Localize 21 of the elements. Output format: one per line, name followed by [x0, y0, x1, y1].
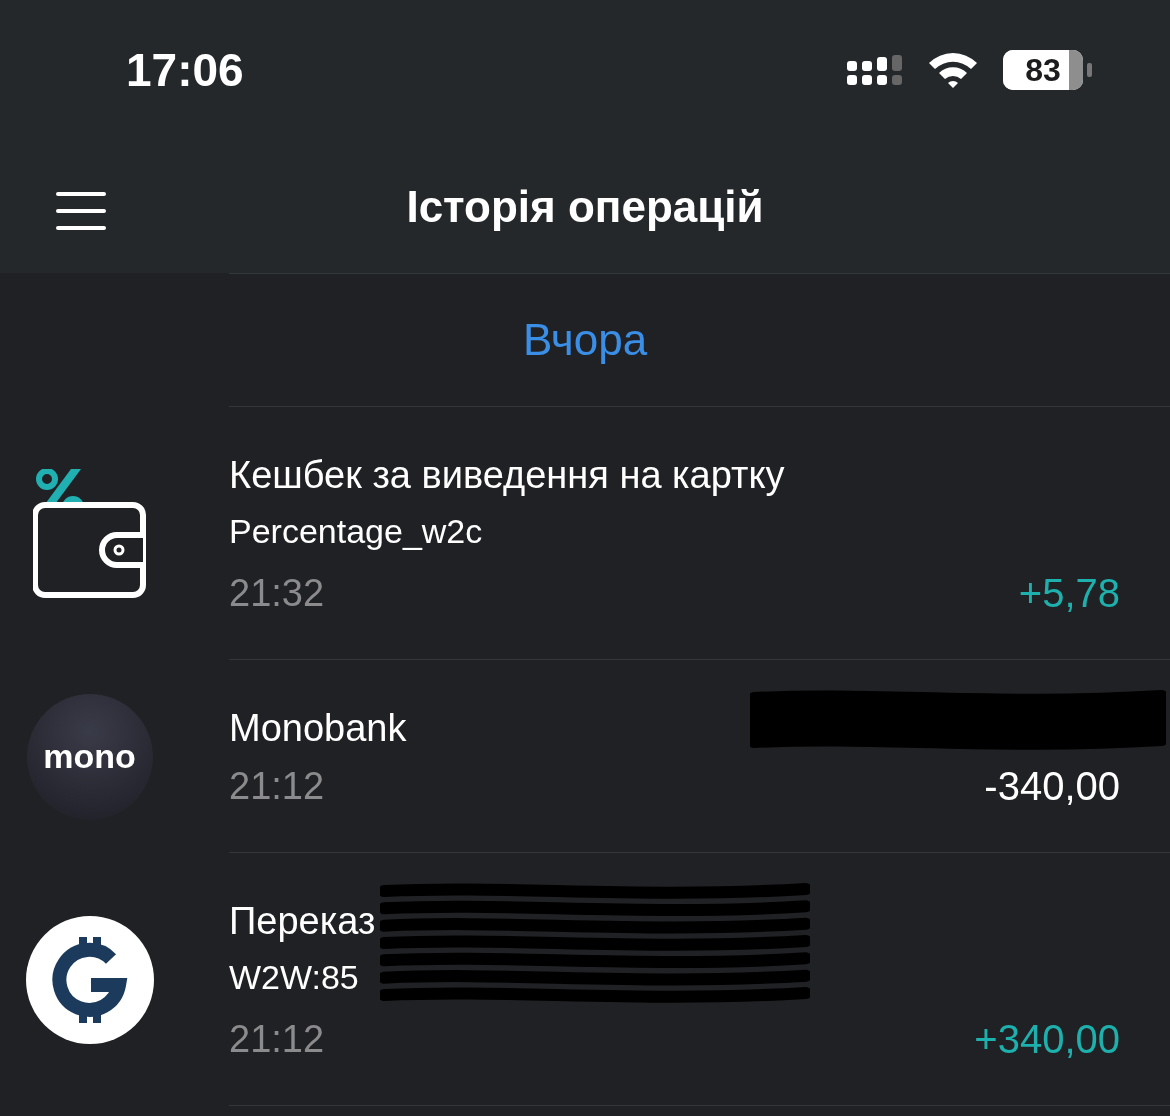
operation-title: Переказ: [229, 899, 376, 944]
date-heading: Вчора: [522, 314, 648, 366]
signal-icon: [847, 55, 903, 85]
battery-tip-icon: [1087, 63, 1092, 77]
status-time: 17:06: [126, 42, 244, 98]
battery-icon: 83: [1003, 50, 1083, 90]
operation-amount: -340,00: [984, 763, 1120, 810]
operation-subtitle: Percentage_w2c: [229, 511, 483, 552]
wallet-icon: [32, 468, 147, 599]
wifi-icon: [927, 51, 979, 89]
operation-time: 21:12: [229, 1017, 325, 1062]
menu-icon[interactable]: [56, 192, 106, 230]
operation-amount: +5,78: [1018, 570, 1120, 617]
operation-title: Кешбек за виведення на картку: [229, 453, 785, 498]
operation-subtitle: W2W:85: [229, 957, 359, 998]
screen-title: Історія операцій: [406, 180, 764, 233]
bank-logo: mono: [26, 693, 153, 820]
operation-time: 21:32: [229, 571, 325, 616]
operation-title: Monobank: [229, 706, 407, 751]
operation-amount: +340,00: [974, 1016, 1120, 1063]
operation-time: 21:12: [229, 764, 325, 809]
